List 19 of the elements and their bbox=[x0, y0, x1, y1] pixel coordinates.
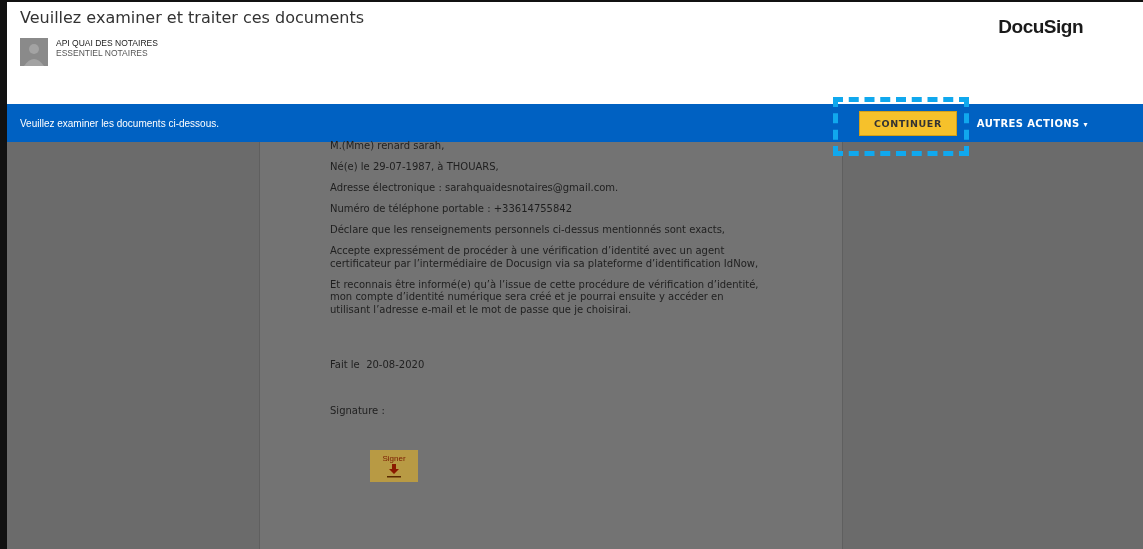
document-paragraph: Déclare que les renseignements personnels ci-dessus mentionnés sont exacts, bbox=[330, 224, 727, 237]
document-paragraph: Né(e) le 29-07-1987, à THOUARS, bbox=[330, 161, 500, 174]
document-paragraph: Adresse électronique : sarahquaidesnotaires@gmail.com. bbox=[330, 182, 620, 195]
document-paragraph: Et reconnais être informé(e) qu’à l’issue de cette procédure de vérification d’identité, mon compte d’identité numérique sera créé et je pourrai ensuite y accéder en utilisant l’adresse e-mail et le mot de passe que je choisirai. bbox=[330, 278, 760, 316]
logo: DocuSign bbox=[998, 16, 1083, 39]
down-arrow-icon bbox=[387, 464, 401, 478]
more-actions-button[interactable]: AUTRES ACTIONS ▾ bbox=[976, 117, 1088, 129]
document-paragraph: Accepte expressément de procéder à une vérification d’identité avec un agent certificateur par l’intermédiaire de Docusign via sa plateforme d’identification IdNow, bbox=[330, 245, 760, 270]
sender-company: ESSENTIEL NOTAIRES bbox=[56, 48, 149, 58]
avatar-icon bbox=[20, 38, 48, 66]
signature-label: Signature : bbox=[330, 404, 386, 417]
document-paragraph: Numéro de téléphone portable : +33614755842 bbox=[330, 203, 574, 216]
sender-name: API QUAI DES NOTAIRES bbox=[56, 38, 158, 48]
continue-button[interactable]: CONTINUER bbox=[858, 110, 957, 136]
sign-button[interactable]: Signer bbox=[370, 450, 418, 482]
document-paragraph: M.(Mme) renard sarah, bbox=[330, 140, 446, 153]
review-message: Veuillez examiner les documents ci-dessous. bbox=[20, 117, 219, 129]
page-title: Veuillez examiner et traiter ces documents bbox=[20, 8, 365, 27]
date-line: Fait le 20-08-2020 bbox=[330, 359, 426, 372]
